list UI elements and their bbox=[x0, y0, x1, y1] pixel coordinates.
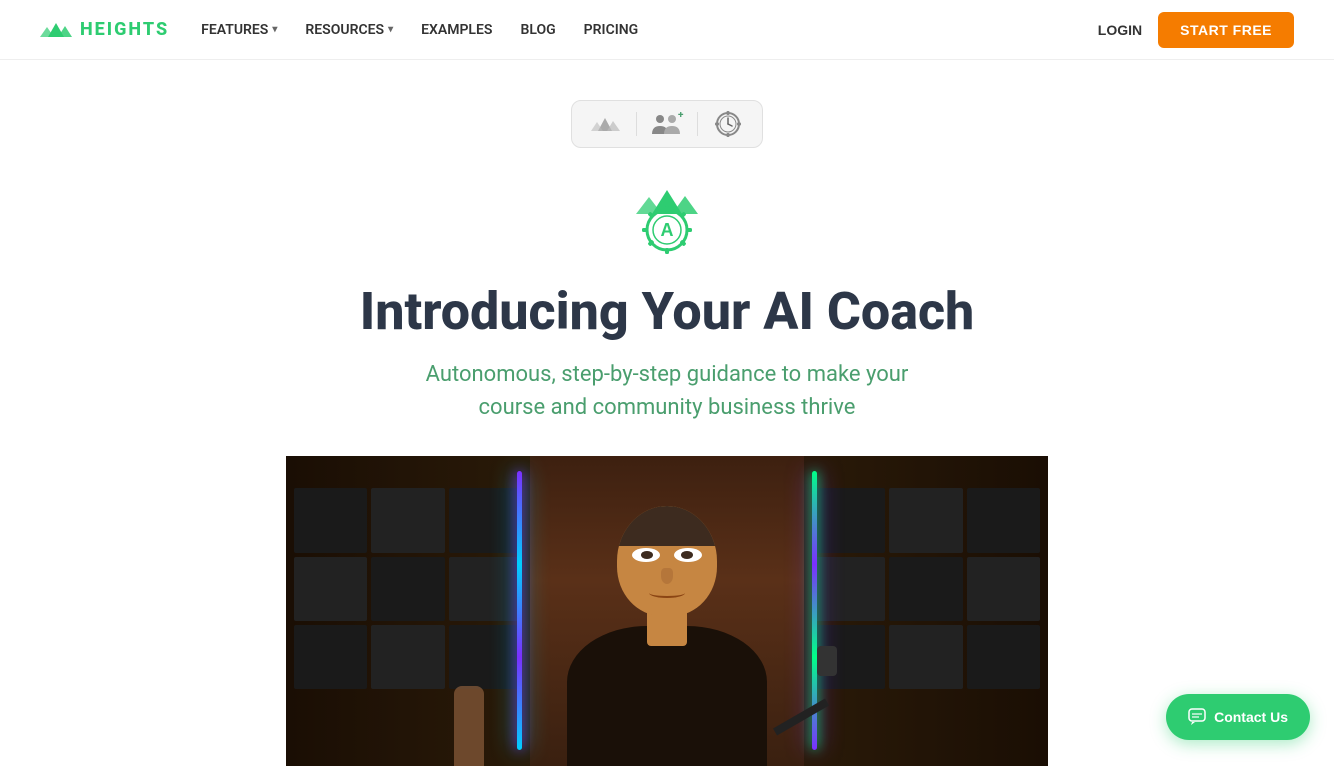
hero-subtitle: Autonomous, step-by-step guidance to mak… bbox=[426, 358, 909, 424]
people-icon: + bbox=[650, 112, 684, 136]
chat-icon bbox=[1188, 708, 1206, 726]
nav-examples[interactable]: EXAMPLES bbox=[421, 22, 492, 38]
logo-mountain-icon bbox=[40, 19, 72, 41]
logo-icon bbox=[40, 19, 72, 41]
svg-text:+: + bbox=[678, 112, 684, 121]
hero-section: + bbox=[0, 60, 1334, 766]
navbar: HEIGHTS FEATURES ▾ RESOURCES ▾ EXAMPLES … bbox=[0, 0, 1334, 60]
login-button[interactable]: LOGIN bbox=[1098, 22, 1142, 38]
icon-bar-divider-1 bbox=[636, 112, 637, 136]
icon-bar: + bbox=[571, 100, 763, 148]
nav-blog[interactable]: BLOG bbox=[520, 22, 555, 38]
clock-gear-icon bbox=[714, 110, 742, 138]
nav-resources[interactable]: RESOURCES ▾ bbox=[305, 22, 393, 38]
logo[interactable]: HEIGHTS bbox=[40, 19, 169, 41]
icon-bar-mountains bbox=[588, 109, 624, 139]
resources-chevron-icon: ▾ bbox=[388, 24, 393, 35]
ai-coach-logo: A bbox=[622, 172, 712, 262]
mountains-icon bbox=[591, 113, 621, 135]
nav-pricing[interactable]: PRICING bbox=[584, 22, 639, 38]
start-free-button[interactable]: START FREE bbox=[1158, 12, 1294, 48]
icon-bar-people: + bbox=[649, 109, 685, 139]
nav-links: FEATURES ▾ RESOURCES ▾ EXAMPLES BLOG PRI… bbox=[201, 22, 638, 38]
hero-video[interactable] bbox=[286, 456, 1048, 766]
features-chevron-icon: ▾ bbox=[272, 24, 277, 35]
navbar-left: HEIGHTS FEATURES ▾ RESOURCES ▾ EXAMPLES … bbox=[40, 19, 638, 41]
navbar-right: LOGIN START FREE bbox=[1098, 12, 1294, 48]
icon-bar-divider-2 bbox=[697, 112, 698, 136]
svg-text:A: A bbox=[661, 220, 674, 240]
hero-title: Introducing Your AI Coach bbox=[360, 282, 975, 342]
logo-text: HEIGHTS bbox=[80, 19, 169, 40]
icon-bar-clock-gear bbox=[710, 109, 746, 139]
contact-us-button[interactable]: Contact Us bbox=[1166, 694, 1310, 740]
nav-features[interactable]: FEATURES ▾ bbox=[201, 22, 277, 38]
contact-us-label: Contact Us bbox=[1214, 709, 1288, 725]
